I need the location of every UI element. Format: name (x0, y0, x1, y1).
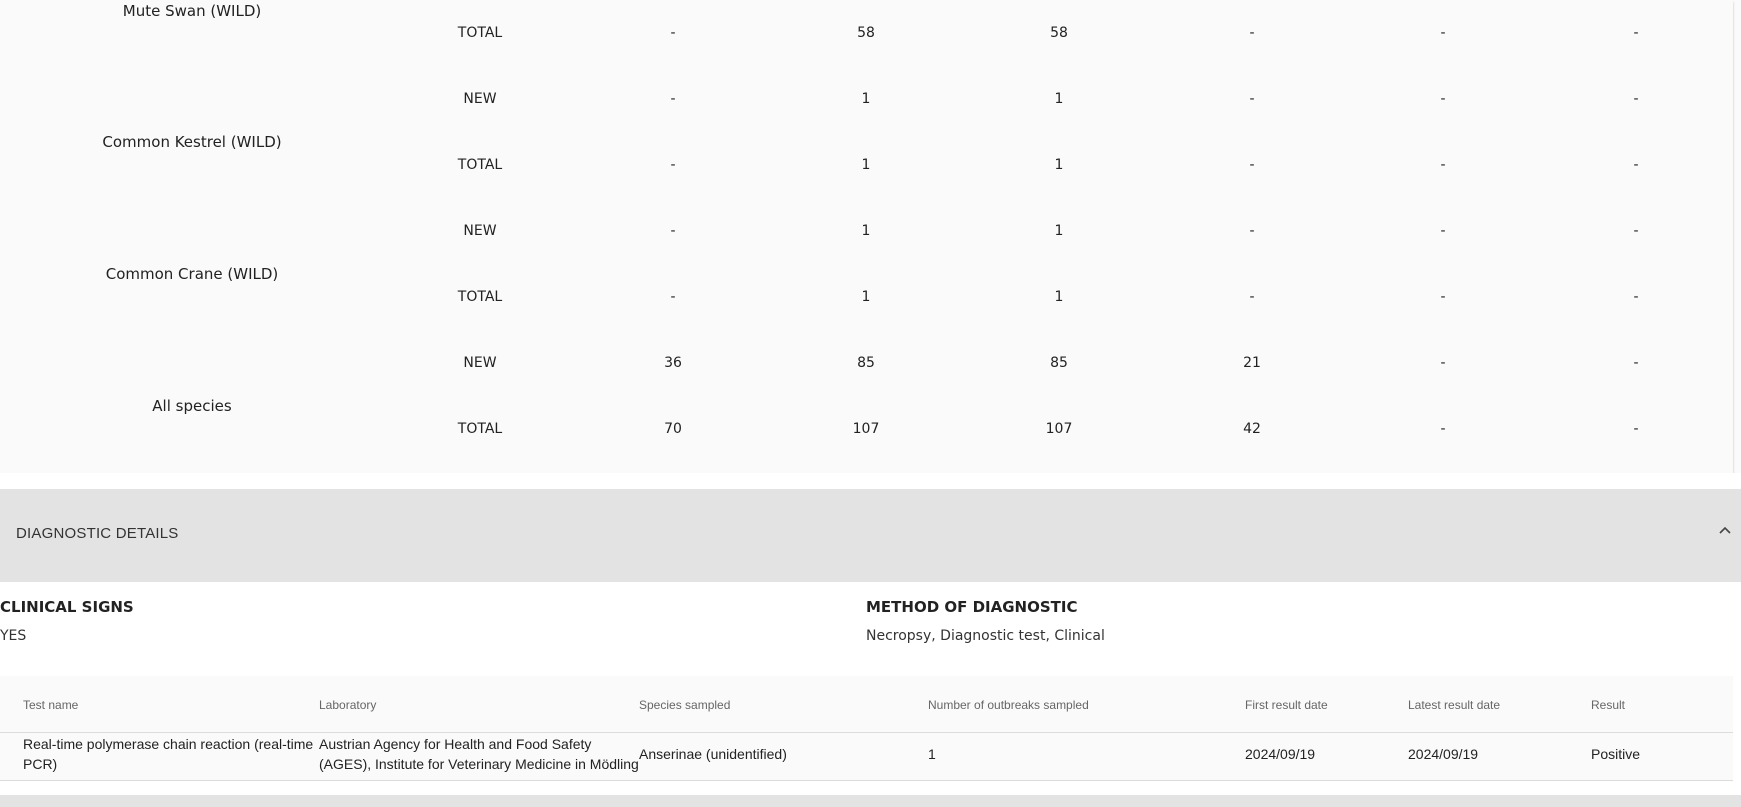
diagnostic-details-header[interactable]: DIAGNOSTIC DETAILS (0, 489, 1741, 582)
chevron-up-icon[interactable] (1715, 521, 1735, 541)
cell-value: - (1249, 91, 1255, 107)
cell-value: - (1440, 91, 1446, 107)
column-header: Test name (23, 698, 79, 712)
row-type: NEW (463, 223, 497, 239)
cell-value: - (1633, 355, 1639, 371)
cell-value: - (670, 157, 676, 173)
row-type: NEW (463, 91, 497, 107)
row-type: TOTAL (457, 421, 503, 437)
method-value: Necropsy, Diagnostic test, Clinical (866, 628, 1105, 644)
cell-value: - (1249, 223, 1255, 239)
next-section-strip (0, 795, 1741, 807)
row-type: TOTAL (457, 25, 503, 41)
cell-value: 1 (861, 157, 871, 173)
cell-value: - (1440, 355, 1446, 371)
cell-value: - (1249, 289, 1255, 305)
cell-value: 1 (861, 91, 871, 107)
cell-value: - (1633, 223, 1639, 239)
cell-value: - (670, 91, 676, 107)
cell-species: Anserinae (unidentified) (639, 746, 787, 762)
cell-value: 85 (857, 355, 875, 371)
cell-value: - (1440, 223, 1446, 239)
cell-value: - (1440, 421, 1446, 437)
column-header: Number of outbreaks sampled (928, 698, 1089, 712)
cell-laboratory: Austrian Agency for Health and Food Safe… (319, 736, 639, 772)
column-header: Laboratory (319, 698, 377, 712)
cell-value: - (1633, 25, 1639, 41)
tests-table: Test name Laboratory Species sampled Num… (0, 676, 1733, 781)
cell-value: - (1633, 91, 1639, 107)
cell-value: 70 (664, 421, 682, 437)
cell-value: 107 (852, 421, 880, 437)
column-header: Result (1591, 698, 1626, 712)
cell-first-date: 2024/09/19 (1245, 746, 1316, 762)
cell-value: - (1249, 157, 1255, 173)
cell-value: 85 (1050, 355, 1068, 371)
column-header: First result date (1245, 698, 1328, 712)
cell-value: - (670, 223, 676, 239)
cell-value: - (1440, 25, 1446, 41)
cell-value: - (670, 289, 676, 305)
cell-value: - (1633, 157, 1639, 173)
cell-value: 36 (664, 355, 682, 371)
cell-outbreaks: 1 (928, 746, 936, 762)
cell-value: 1 (1054, 289, 1064, 305)
cell-value: 21 (1243, 355, 1261, 371)
cell-value: 1 (1054, 157, 1064, 173)
cell-value: - (1633, 421, 1639, 437)
section-gap (0, 473, 1741, 489)
row-type: TOTAL (457, 289, 503, 305)
row-type: TOTAL (457, 157, 503, 173)
cell-value: - (1440, 289, 1446, 305)
row-type: NEW (463, 355, 497, 371)
cell-test-name: Real-time polymerase chain reaction (rea… (23, 736, 314, 772)
cell-value: 1 (861, 223, 871, 239)
table-row: TOTAL 70 107 107 42 - - (0, 407, 1733, 473)
cell-value: 1 (1054, 223, 1064, 239)
cell-value: - (1249, 25, 1255, 41)
species-table: Mute Swan (WILD) TOTAL - 58 58 - - - Com… (0, 0, 1733, 473)
row-divider (0, 780, 1733, 781)
cell-value: 107 (1045, 421, 1073, 437)
cell-value: 58 (857, 25, 875, 41)
section-title: DIAGNOSTIC DETAILS (16, 525, 179, 542)
cell-value: - (1440, 157, 1446, 173)
cell-value: - (1633, 289, 1639, 305)
cell-value: 1 (861, 289, 871, 305)
column-header: Species sampled (639, 698, 731, 712)
cell-latest-date: 2024/09/19 (1408, 746, 1479, 762)
clinical-signs-label: CLINICAL SIGNS (0, 598, 134, 616)
cell-result: Positive (1591, 746, 1641, 762)
column-header: Latest result date (1408, 698, 1501, 712)
method-label: METHOD OF DIAGNOSTIC (866, 598, 1078, 616)
cell-value: 42 (1243, 421, 1261, 437)
cell-value: 1 (1054, 91, 1064, 107)
cell-value: - (670, 25, 676, 41)
cell-value: 58 (1050, 25, 1068, 41)
header-divider (0, 732, 1733, 733)
clinical-signs-value: YES (0, 628, 27, 644)
